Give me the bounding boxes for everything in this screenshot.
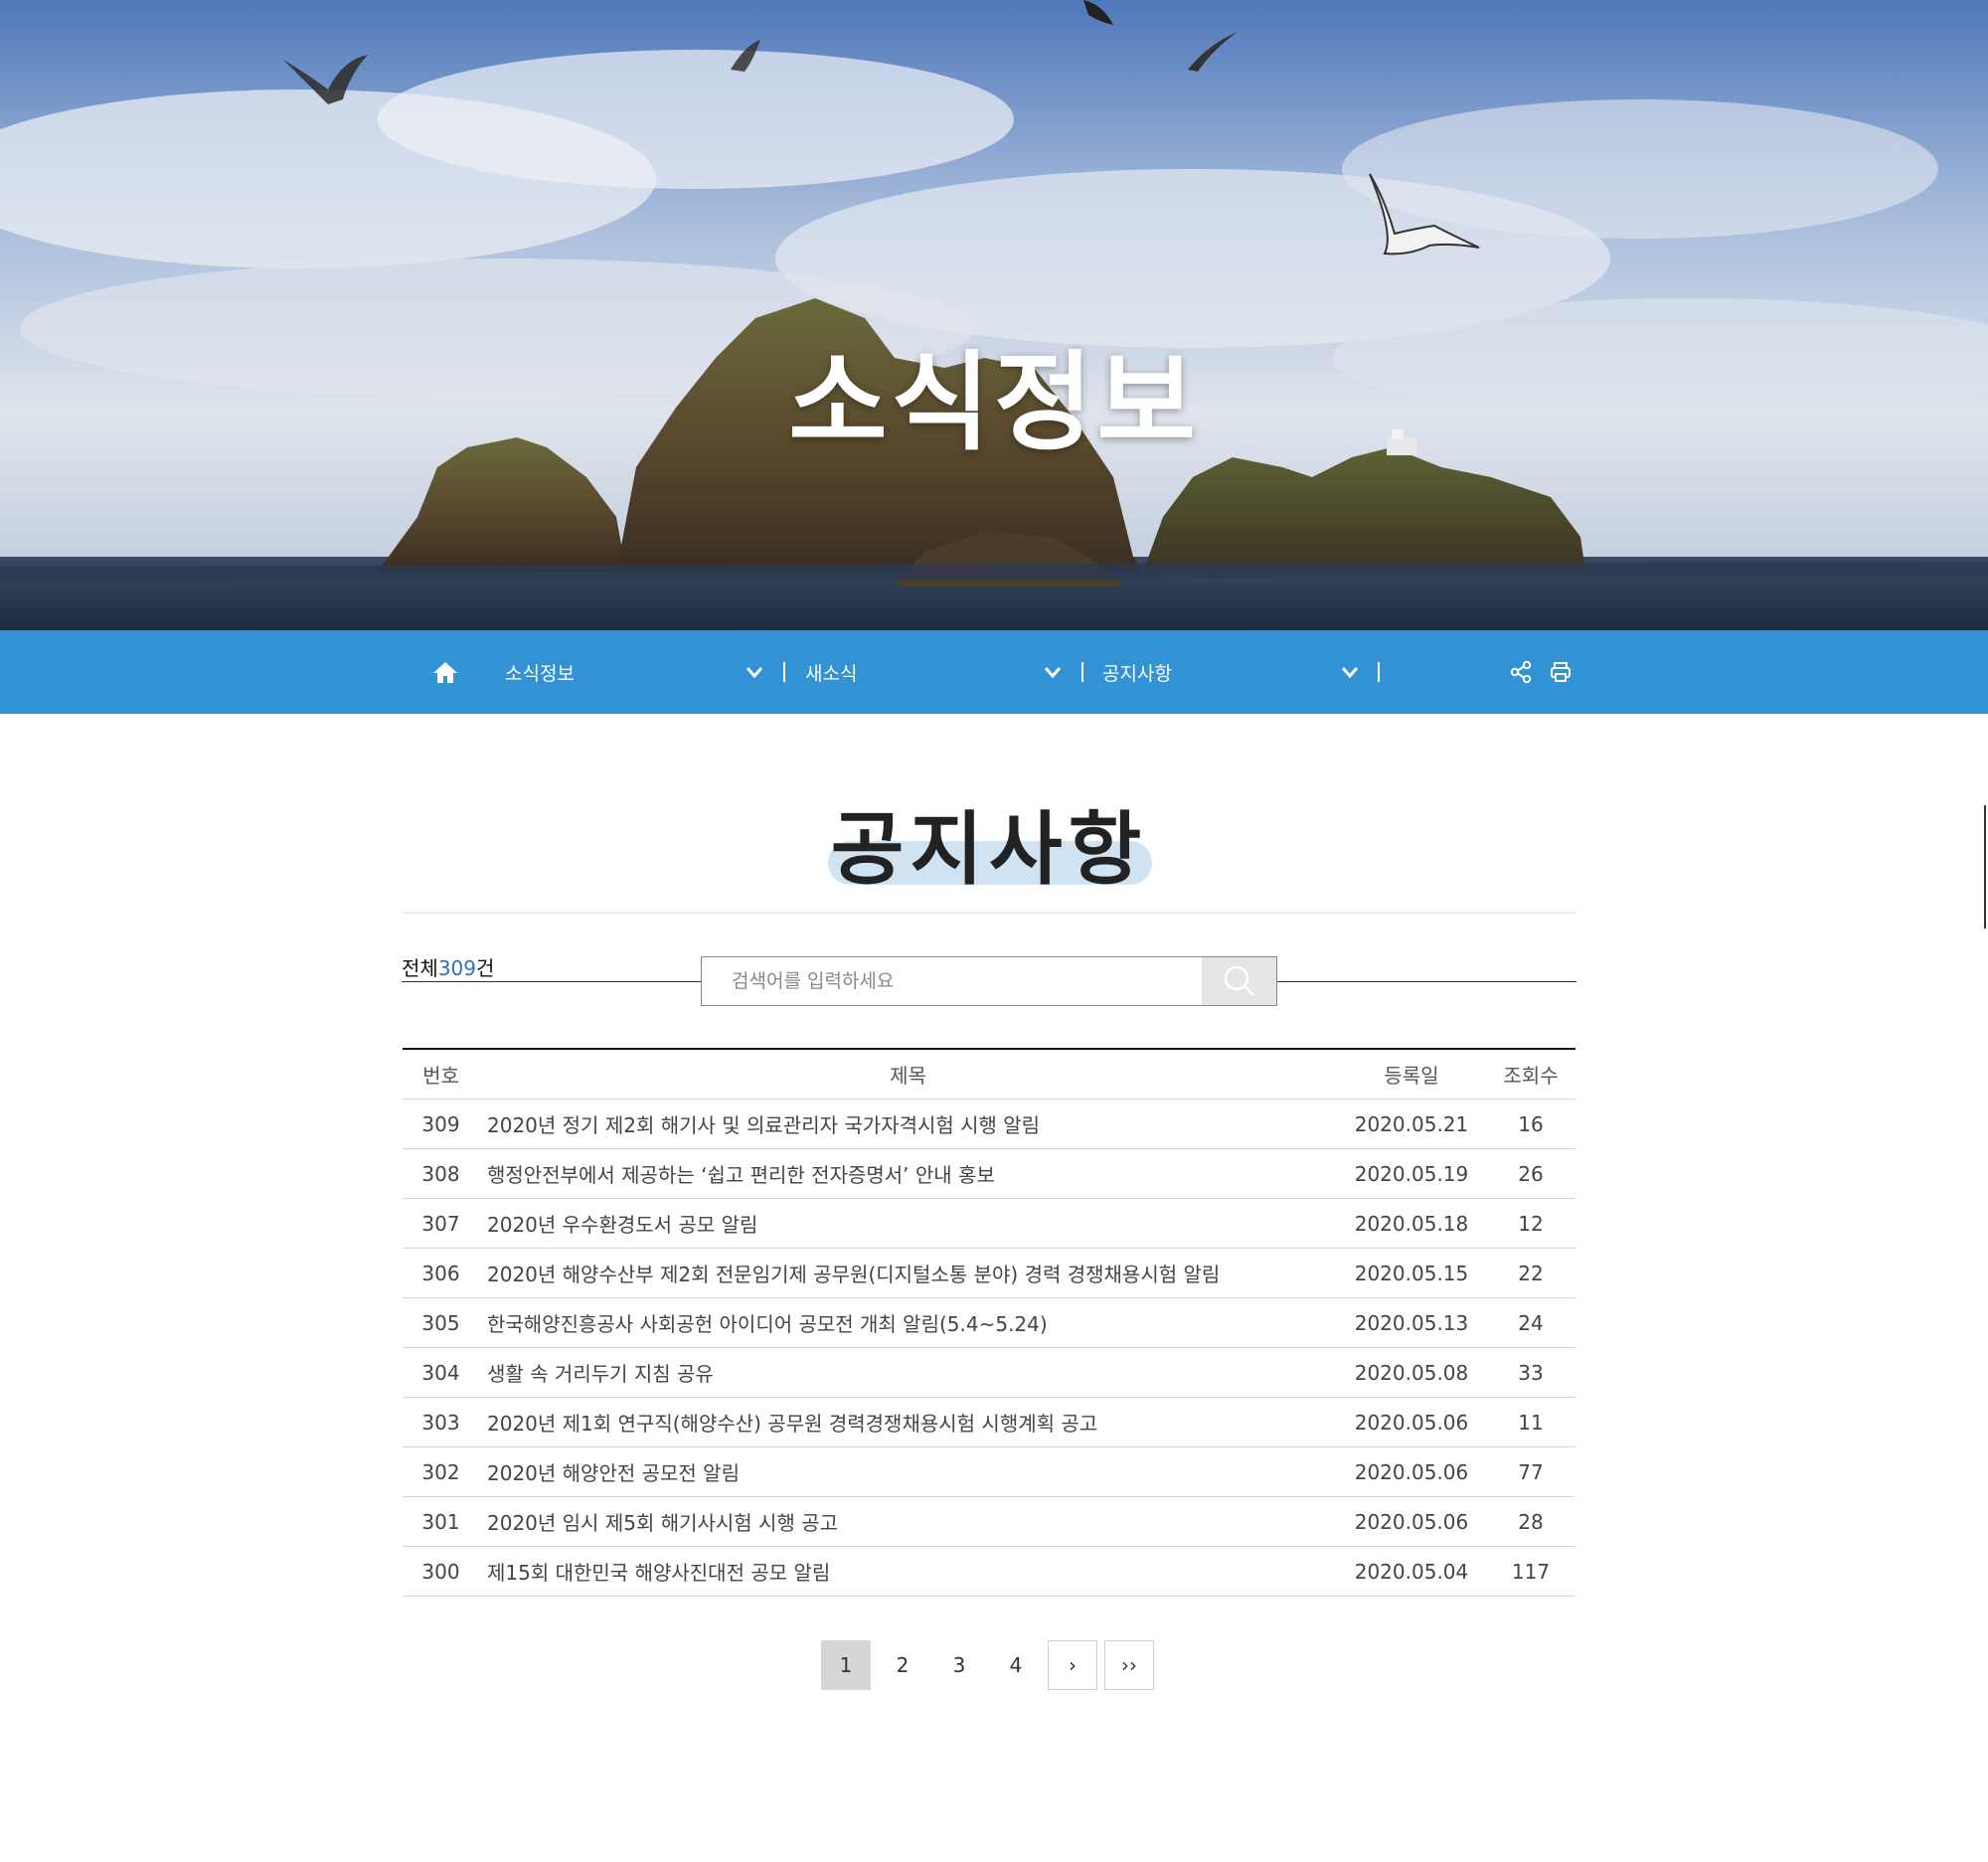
search-icon (1224, 965, 1254, 996)
row-date: 2020.05.04 (1354, 1559, 1469, 1584)
search-button[interactable] (1202, 957, 1276, 1005)
scrollbar-edge (1984, 805, 1986, 929)
row-no: 305 (421, 1310, 460, 1335)
notice-table: 번호 제목 등록일 조회수 309 2020년 정기 제2회 해기사 및 의료관… (403, 1048, 1575, 1597)
row-title-link[interactable]: 2020년 임시 제5회 해기사시험 시행 공고 (479, 1507, 1337, 1536)
row-no: 309 (421, 1111, 460, 1136)
row-views: 77 (1518, 1459, 1544, 1484)
row-views: 33 (1518, 1360, 1544, 1385)
row-views: 24 (1518, 1310, 1544, 1335)
row-date: 2020.05.06 (1354, 1459, 1469, 1484)
search-bar (701, 956, 1277, 1006)
row-no: 308 (421, 1161, 460, 1186)
page-title-area: 공지사항 (403, 795, 1575, 915)
row-title-link[interactable]: 생활 속 거리두기 지침 공유 (479, 1358, 1337, 1387)
table-row: 309 2020년 정기 제2회 해기사 및 의료관리자 국가자격시험 시행 알… (403, 1100, 1575, 1149)
row-no: 307 (421, 1211, 460, 1236)
chevron-down-icon (746, 667, 763, 679)
print-icon[interactable] (1549, 660, 1573, 684)
breadcrumb-nav: 소식정보 새소식 공지사항 (0, 630, 1988, 714)
table-row: 304 생활 속 거리두기 지침 공유 2020.05.08 33 (403, 1348, 1575, 1398)
row-views: 22 (1518, 1261, 1544, 1285)
row-no: 306 (421, 1261, 460, 1285)
pagination: 1 2 3 4 › ›› (821, 1640, 1161, 1690)
chevron-down-icon (1341, 667, 1359, 679)
hero-title: 소식정보 (788, 341, 1200, 465)
hero-island-image (0, 0, 1988, 630)
table-header: 번호 제목 등록일 조회수 (403, 1050, 1575, 1100)
header-title: 제목 (890, 1064, 926, 1088)
count-prefix: 전체 (402, 956, 438, 980)
nav-dropdown-new-news[interactable]: 새소식 (805, 630, 1064, 714)
row-title-link[interactable]: 행정안전부에서 제공하는 ‘쉽고 편리한 전자증명서’ 안내 홍보 (479, 1159, 1337, 1188)
nav-item-label: 소식정보 (505, 662, 575, 685)
row-date: 2020.05.21 (1354, 1111, 1469, 1136)
row-no: 301 (421, 1509, 460, 1534)
table-row: 300 제15회 대한민국 해양사진대전 공모 알림 2020.05.04 11… (403, 1547, 1575, 1597)
table-row: 308 행정안전부에서 제공하는 ‘쉽고 편리한 전자증명서’ 안내 홍보 20… (403, 1149, 1575, 1199)
page-button-4[interactable]: 4 (991, 1640, 1041, 1690)
table-row: 307 2020년 우수환경도서 공모 알림 2020.05.18 12 (403, 1199, 1575, 1249)
row-views: 26 (1518, 1161, 1544, 1186)
nav-item-label: 새소식 (805, 662, 858, 685)
count-number: 309 (437, 956, 476, 980)
page-button-2[interactable]: 2 (878, 1640, 927, 1690)
row-date: 2020.05.06 (1354, 1509, 1469, 1534)
last-page-button[interactable]: ›› (1104, 1640, 1154, 1690)
table-row: 303 2020년 제1회 연구직(해양수산) 공무원 경력경쟁채용시험 시행계… (403, 1398, 1575, 1447)
row-title-link[interactable]: 제15회 대한민국 해양사진대전 공모 알림 (479, 1557, 1337, 1586)
chevron-down-icon (1044, 667, 1062, 679)
row-date: 2020.05.18 (1354, 1211, 1469, 1236)
row-title-link[interactable]: 2020년 제1회 연구직(해양수산) 공무원 경력경쟁채용시험 시행계획 공고 (479, 1408, 1337, 1437)
row-date: 2020.05.06 (1354, 1410, 1469, 1435)
row-views: 117 (1511, 1559, 1551, 1584)
nav-dropdown-news-info[interactable]: 소식정보 (505, 630, 765, 714)
row-views: 16 (1518, 1111, 1544, 1136)
row-no: 304 (421, 1360, 460, 1385)
table-row: 306 2020년 해양수산부 제2회 전문임기제 공무원(디지털소통 분야) … (403, 1249, 1575, 1298)
table-row: 305 한국해양진흥공사 사회공헌 아이디어 공모전 개최 알림(5.4~5.2… (403, 1298, 1575, 1348)
row-date: 2020.05.19 (1354, 1161, 1469, 1186)
home-icon[interactable] (429, 656, 461, 688)
page-button-1[interactable]: 1 (821, 1640, 871, 1690)
row-date: 2020.05.08 (1354, 1360, 1469, 1385)
nav-separator (783, 662, 785, 682)
row-no: 302 (421, 1459, 460, 1484)
row-title-link[interactable]: 2020년 해양수산부 제2회 전문임기제 공무원(디지털소통 분야) 경력 경… (479, 1259, 1337, 1287)
nav-item-label: 공지사항 (1102, 662, 1172, 685)
row-title-link[interactable]: 한국해양진흥공사 사회공헌 아이디어 공모전 개최 알림(5.4~5.24) (479, 1308, 1337, 1337)
table-row: 302 2020년 해양안전 공모전 알림 2020.05.06 77 (403, 1447, 1575, 1497)
row-title-link[interactable]: 2020년 해양안전 공모전 알림 (479, 1457, 1337, 1486)
header-no: 번호 (422, 1064, 459, 1088)
table-row: 301 2020년 임시 제5회 해기사시험 시행 공고 2020.05.06 … (403, 1497, 1575, 1547)
next-page-button[interactable]: › (1048, 1640, 1097, 1690)
total-count: 전체309건 (402, 952, 494, 981)
nav-separator (1378, 662, 1380, 682)
row-title-link[interactable]: 2020년 정기 제2회 해기사 및 의료관리자 국가자격시험 시행 알림 (479, 1109, 1337, 1138)
nav-dropdown-notice[interactable]: 공지사항 (1102, 630, 1361, 714)
row-date: 2020.05.13 (1354, 1310, 1469, 1335)
row-views: 28 (1518, 1509, 1544, 1534)
nav-separator (1081, 662, 1083, 682)
row-no: 300 (421, 1559, 460, 1584)
hero-banner: 소식정보 (0, 0, 1988, 630)
count-suffix: 건 (476, 956, 495, 980)
row-no: 303 (421, 1410, 460, 1435)
row-date: 2020.05.15 (1354, 1261, 1469, 1285)
row-views: 12 (1518, 1211, 1544, 1236)
row-views: 11 (1518, 1410, 1544, 1435)
row-title-link[interactable]: 2020년 우수환경도서 공모 알림 (479, 1209, 1337, 1238)
title-divider (403, 912, 1575, 914)
search-input[interactable] (702, 957, 1202, 1005)
share-icon[interactable] (1509, 660, 1533, 684)
page-title: 공지사항 (830, 803, 1148, 896)
header-views: 조회수 (1503, 1064, 1559, 1088)
page-button-3[interactable]: 3 (934, 1640, 984, 1690)
header-date: 등록일 (1384, 1064, 1439, 1088)
